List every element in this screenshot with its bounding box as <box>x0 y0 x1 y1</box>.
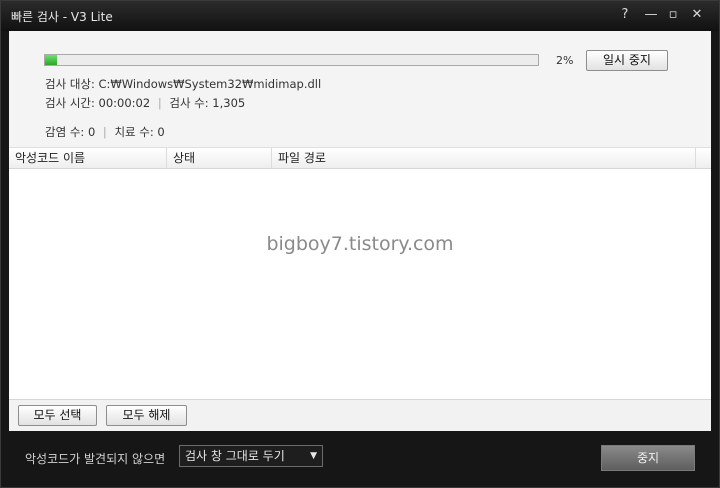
pause-button[interactable]: 일시 중지 <box>586 50 668 71</box>
v3-scan-window: 빠른 검사 - V3 Lite ? — ▫ ✕ 2% 일시 중지 검사 대상: … <box>0 0 720 488</box>
after-scan-action-value: 검사 창 그대로 두기 <box>185 449 285 463</box>
separator: | <box>102 125 107 139</box>
content-area: 2% 일시 중지 검사 대상: C:₩Windows₩System32₩midi… <box>9 31 711 431</box>
infected-label: 감염 수: <box>45 125 85 139</box>
scan-status-panel: 2% 일시 중지 검사 대상: C:₩Windows₩System32₩midi… <box>9 31 711 147</box>
column-header-malware-name[interactable]: 악성코드 이름 <box>9 148 167 169</box>
separator: | <box>157 96 162 110</box>
stop-button[interactable]: 중지 <box>601 445 695 471</box>
dropdown-arrow-icon: ▼ <box>310 451 317 461</box>
scan-progress-percent: 2% <box>556 54 574 67</box>
cured-value: 0 <box>157 125 165 139</box>
scan-target-line: 검사 대상: C:₩Windows₩System32₩midimap.dll <box>45 76 321 92</box>
scan-count-value: 1,305 <box>212 96 246 110</box>
infection-line: 감염 수: 0 | 치료 수: 0 <box>45 124 165 140</box>
scan-progress-fill <box>45 55 57 65</box>
no-malware-action-label: 악성코드가 발견되지 않으면 <box>25 452 166 466</box>
deselect-all-button[interactable]: 모두 해제 <box>106 405 187 426</box>
select-all-button[interactable]: 모두 선택 <box>18 405 97 426</box>
scan-target-label: 검사 대상: <box>45 77 95 91</box>
scan-time-value: 00:00:02 <box>98 96 151 110</box>
results-table-header: 악성코드 이름 상태 파일 경로 <box>9 147 711 169</box>
cured-label: 치료 수: <box>114 125 154 139</box>
column-header-file-path[interactable]: 파일 경로 <box>272 148 696 169</box>
close-icon[interactable]: ✕ <box>689 7 705 23</box>
watermark-text: bigboy7.tistory.com <box>266 233 454 255</box>
infected-value: 0 <box>87 125 96 139</box>
results-table-body[interactable]: bigboy7.tistory.com <box>9 169 711 399</box>
list-action-bar: 모두 선택 모두 해제 <box>9 399 711 431</box>
scan-target-value: C:₩Windows₩System32₩midimap.dll <box>98 77 322 91</box>
scan-progress-bar <box>44 54 539 66</box>
scan-count-label: 검사 수: <box>169 96 209 110</box>
scan-time-line: 검사 시간: 00:00:02 | 검사 수: 1,305 <box>45 95 245 111</box>
column-header-status[interactable]: 상태 <box>167 148 272 169</box>
maximize-icon[interactable]: ▫ <box>665 7 681 23</box>
minimize-icon[interactable]: — <box>643 7 659 23</box>
after-scan-action-select[interactable]: 검사 창 그대로 두기 ▼ <box>179 445 323 467</box>
window-title: 빠른 검사 - V3 Lite <box>11 10 113 24</box>
scan-time-label: 검사 시간: <box>45 96 95 110</box>
help-icon[interactable]: ? <box>617 7 633 23</box>
title-bar[interactable]: 빠른 검사 - V3 Lite ? — ▫ ✕ <box>1 1 719 31</box>
